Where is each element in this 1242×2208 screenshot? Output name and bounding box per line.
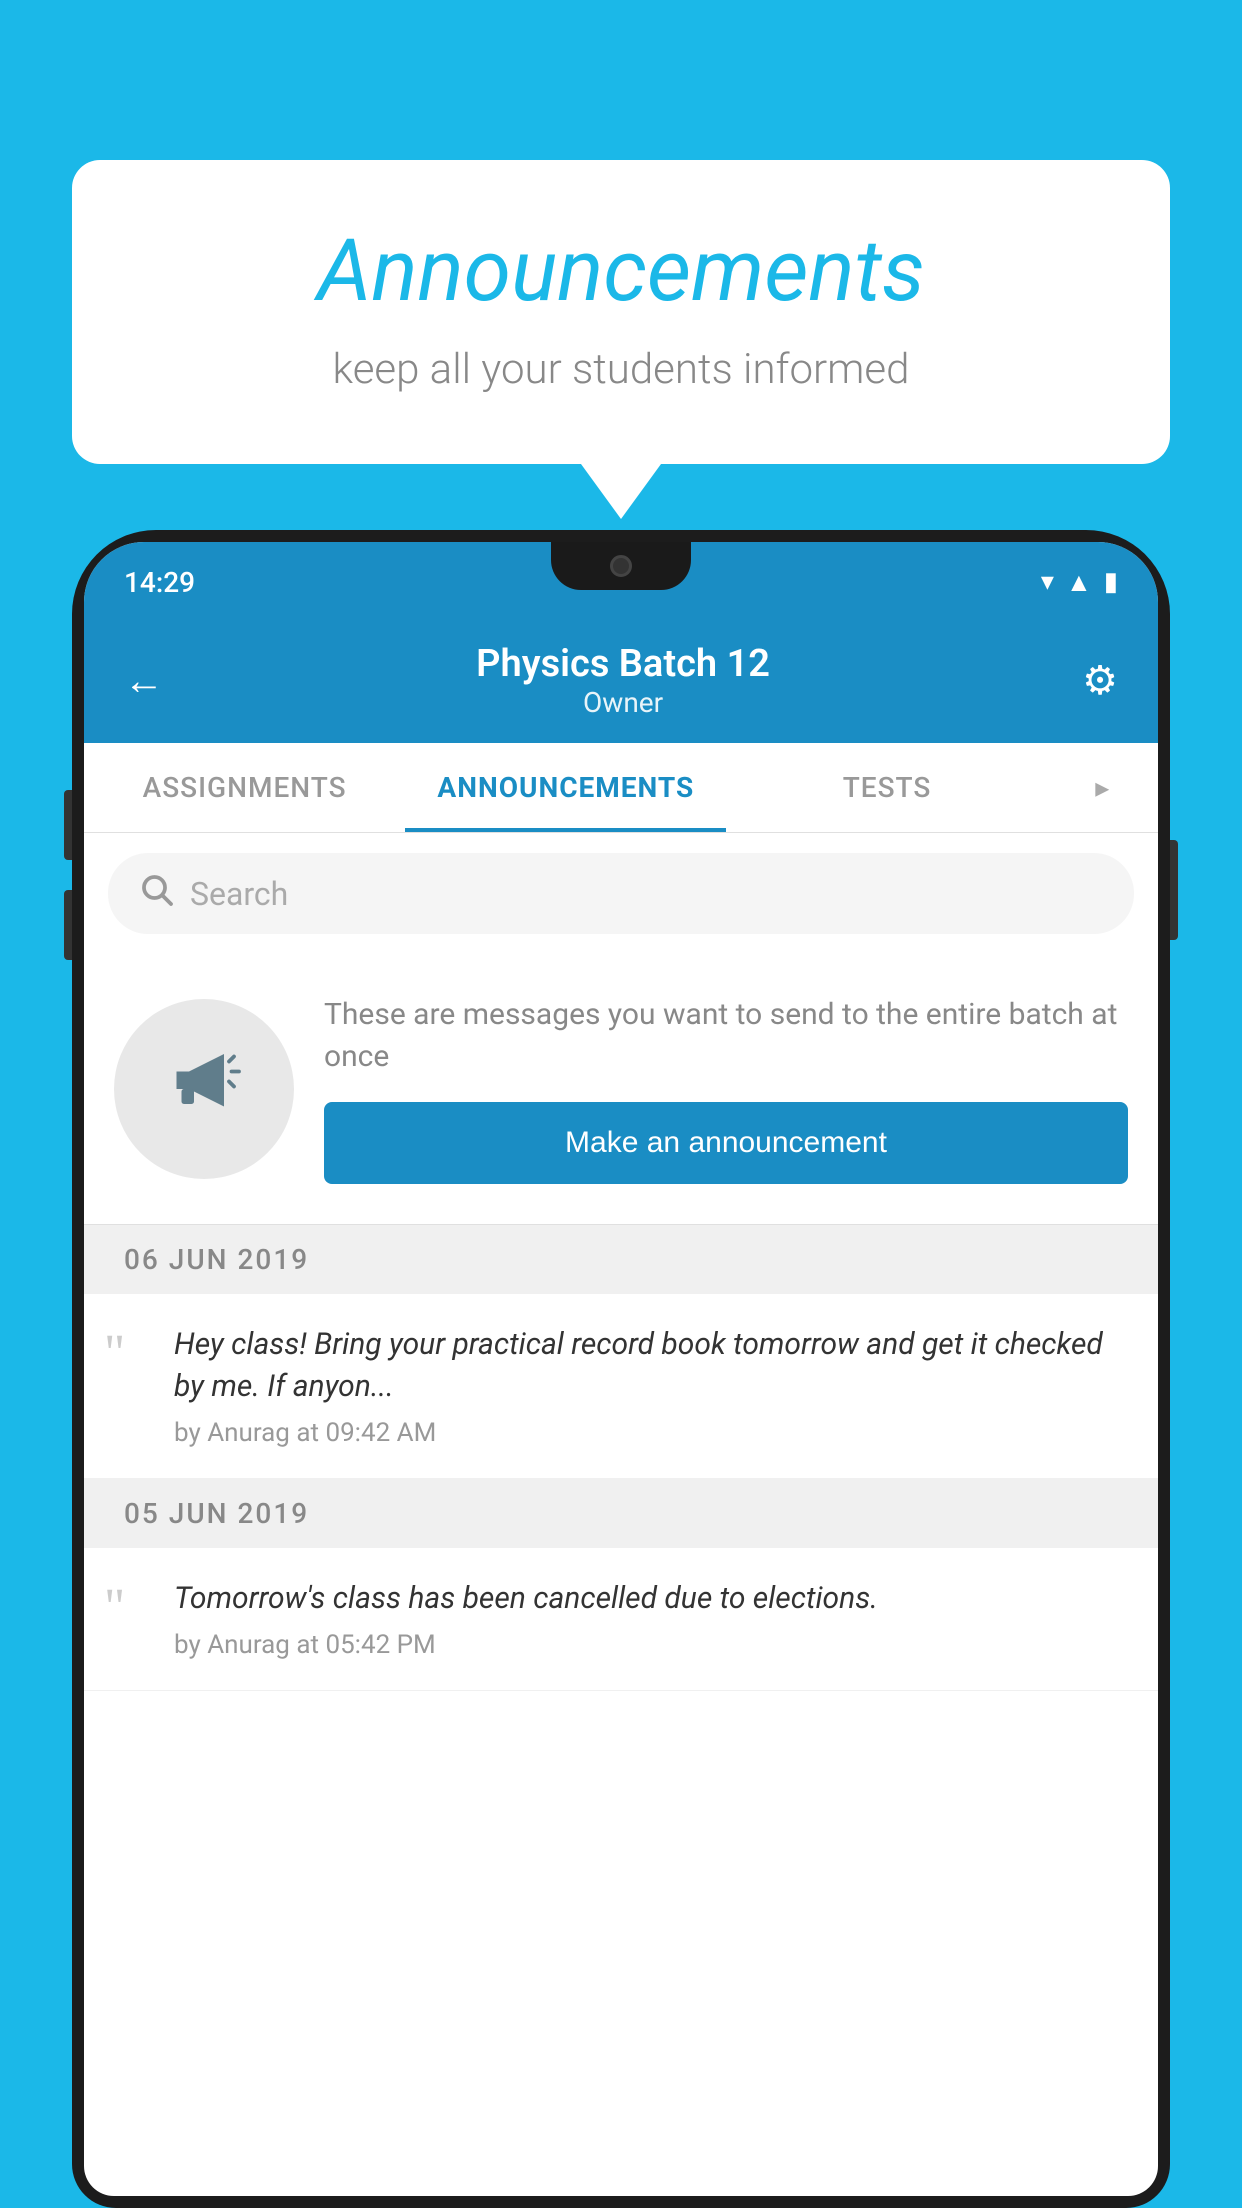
message-item-1: " Hey class! Bring your practical record… xyxy=(84,1294,1158,1479)
message-content-2: Tomorrow's class has been cancelled due … xyxy=(174,1578,1128,1660)
battery-icon: ▮ xyxy=(1104,567,1118,597)
date-separator-1: 06 JUN 2019 xyxy=(84,1225,1158,1294)
speech-bubble-subtitle: keep all your students informed xyxy=(152,345,1090,394)
volume-down-button xyxy=(64,890,72,960)
message-text-2: Tomorrow's class has been cancelled due … xyxy=(174,1578,1128,1620)
back-button[interactable]: ← xyxy=(124,657,164,704)
announcement-prompt: These are messages you want to send to t… xyxy=(84,954,1158,1225)
signal-icon: ▲ xyxy=(1066,567,1092,598)
megaphone-circle xyxy=(114,999,294,1179)
power-button xyxy=(1170,840,1178,940)
phone-inner: 14:29 ▾ ▲ ▮ ← Physics Batch 12 Owner ⚙ xyxy=(84,542,1158,2196)
search-placeholder: Search xyxy=(190,875,288,913)
search-bar[interactable]: Search xyxy=(108,853,1134,934)
make-announcement-button[interactable]: Make an announcement xyxy=(324,1102,1128,1184)
wifi-icon: ▾ xyxy=(1041,567,1054,597)
message-author-1: by Anurag at 09:42 AM xyxy=(174,1418,1128,1448)
status-time: 14:29 xyxy=(124,566,195,599)
volume-up-button xyxy=(64,790,72,860)
tab-tests[interactable]: TESTS xyxy=(726,743,1047,832)
phone-frame: 14:29 ▾ ▲ ▮ ← Physics Batch 12 Owner ⚙ xyxy=(72,530,1170,2208)
speech-bubble: Announcements keep all your students inf… xyxy=(72,160,1170,464)
speech-bubble-arrow xyxy=(581,464,661,519)
search-bar-wrapper: Search xyxy=(84,833,1158,954)
quote-icon-1: " xyxy=(104,1324,154,1380)
speech-bubble-title: Announcements xyxy=(152,220,1090,321)
message-item-2: " Tomorrow's class has been cancelled du… xyxy=(84,1548,1158,1691)
header-title-area: Physics Batch 12 Owner xyxy=(476,642,770,719)
tab-assignments[interactable]: ASSIGNMENTS xyxy=(84,743,405,832)
megaphone-icon xyxy=(164,1039,244,1139)
search-icon xyxy=(138,871,174,916)
speech-bubble-wrapper: Announcements keep all your students inf… xyxy=(72,160,1170,519)
tab-bar: ASSIGNMENTS ANNOUNCEMENTS TESTS ▸ xyxy=(84,743,1158,833)
settings-button[interactable]: ⚙ xyxy=(1082,657,1118,704)
app-header: ← Physics Batch 12 Owner ⚙ xyxy=(84,622,1158,743)
header-subtitle: Owner xyxy=(476,686,770,719)
tab-more[interactable]: ▸ xyxy=(1048,743,1158,832)
phone-notch xyxy=(551,542,691,590)
tab-announcements[interactable]: ANNOUNCEMENTS xyxy=(405,743,726,832)
status-bar: 14:29 ▾ ▲ ▮ xyxy=(84,542,1158,622)
quote-icon-2: " xyxy=(104,1578,154,1634)
status-icons: ▾ ▲ ▮ xyxy=(1041,567,1118,598)
date-separator-2: 05 JUN 2019 xyxy=(84,1479,1158,1548)
announcement-description: These are messages you want to send to t… xyxy=(324,994,1128,1078)
front-camera xyxy=(610,555,632,577)
message-author-2: by Anurag at 05:42 PM xyxy=(174,1630,1128,1660)
message-text-1: Hey class! Bring your practical record b… xyxy=(174,1324,1128,1408)
message-content-1: Hey class! Bring your practical record b… xyxy=(174,1324,1128,1448)
header-title: Physics Batch 12 xyxy=(476,642,770,686)
announcement-right: These are messages you want to send to t… xyxy=(324,994,1128,1184)
